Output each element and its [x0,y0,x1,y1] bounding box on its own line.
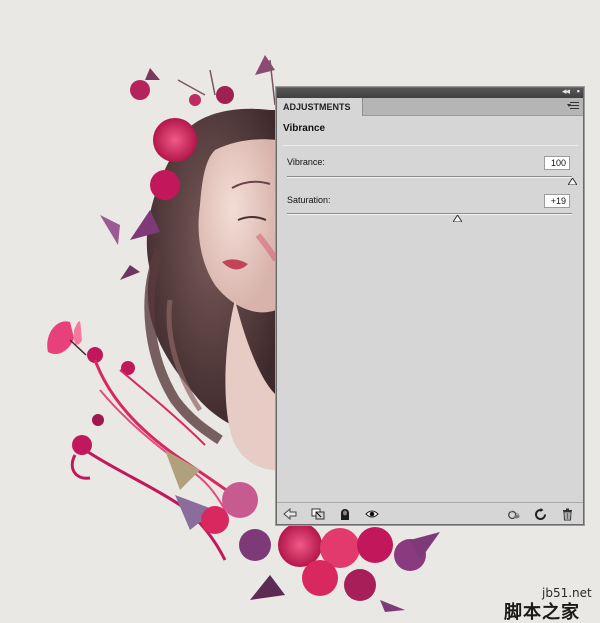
saturation-value-field[interactable]: +19 [544,194,570,208]
adjustments-panel: ◂◂ ▪ ADJUSTMENTS Vibrance Vibrance: 100 … [276,86,584,525]
collapse-icon[interactable]: ◂◂ [562,86,570,97]
clip-to-layer-icon[interactable] [311,507,325,521]
butterfly-illustration [47,321,87,356]
vibrance-value-field[interactable]: 100 [544,156,570,170]
saturation-slider-thumb[interactable] [452,215,462,222]
view-previous-icon[interactable] [507,507,521,521]
tab-adjustments[interactable]: ADJUSTMENTS [277,98,363,116]
saturation-label: Saturation: [287,195,331,205]
vibrance-label: Vibrance: [287,157,325,167]
eye-icon[interactable] [365,507,379,521]
vibrance-slider-track[interactable] [287,176,577,185]
panel-bottom-toolbar [277,502,583,524]
vibrance-slider-thumb[interactable] [568,178,577,185]
reset-icon[interactable] [533,507,547,521]
watermark-brand: 脚本之家 [504,602,580,623]
back-arrow-icon[interactable] [283,507,297,521]
panel-tab-row: ADJUSTMENTS [277,98,583,116]
visibility-toggle-icon[interactable] [338,507,352,521]
panel-menu-icon[interactable] [567,102,579,112]
section-divider [282,145,578,146]
panel-titlebar[interactable]: ◂◂ ▪ [277,86,583,98]
saturation-slider-track[interactable] [287,213,572,222]
trash-icon[interactable] [560,507,574,521]
close-icon[interactable]: ▪ [577,86,580,96]
section-title: Vibrance [283,123,326,134]
